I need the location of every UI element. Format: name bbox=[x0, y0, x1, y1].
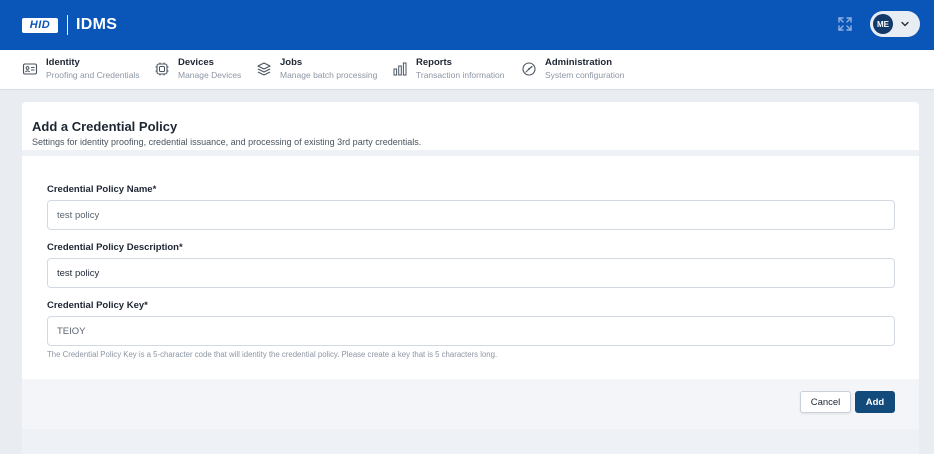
chevron-down-icon bbox=[901, 21, 909, 27]
policy-name-input[interactable] bbox=[47, 200, 895, 230]
add-button[interactable]: Add bbox=[855, 391, 895, 413]
page-subtitle: Settings for identity proofing, credenti… bbox=[32, 137, 422, 147]
card-bottom bbox=[22, 429, 919, 454]
credential-policy-card: Add a Credential Policy Settings for ide… bbox=[22, 102, 919, 454]
user-menu[interactable]: ME bbox=[870, 11, 920, 37]
nav-subtitle: Manage Devices bbox=[178, 70, 242, 80]
policy-key-help: The Credential Policy Key is a 5-charact… bbox=[47, 350, 498, 359]
card-header: Add a Credential Policy Settings for ide… bbox=[22, 102, 919, 152]
form-actions: Cancel Add bbox=[22, 379, 919, 429]
nav-item-identity[interactable]: Identity Proofing and Credentials bbox=[22, 57, 140, 81]
top-header: HID IDMS ME bbox=[0, 0, 934, 50]
nav-item-jobs[interactable]: Jobs Manage batch processing bbox=[256, 57, 377, 81]
nav-item-devices[interactable]: Devices Manage Devices bbox=[154, 57, 241, 81]
cancel-button[interactable]: Cancel bbox=[800, 391, 851, 413]
nav-item-reports[interactable]: Reports Transaction information bbox=[392, 57, 505, 81]
page-title: Add a Credential Policy bbox=[32, 119, 178, 134]
nav-subtitle: Manage batch processing bbox=[280, 70, 378, 80]
main-nav: Identity Proofing and Credentials Device… bbox=[0, 50, 934, 90]
brand-divider bbox=[67, 15, 68, 35]
policy-description-input[interactable] bbox=[47, 258, 895, 288]
policy-key-label: Credential Policy Key* bbox=[47, 300, 148, 311]
nav-title: Devices bbox=[178, 57, 214, 68]
policy-description-label: Credential Policy Description* bbox=[47, 242, 183, 253]
nav-item-administration[interactable]: Administration System configuration bbox=[521, 57, 624, 81]
nav-subtitle: Proofing and Credentials bbox=[46, 70, 140, 80]
gauge-icon bbox=[522, 62, 536, 76]
chip-icon bbox=[155, 62, 169, 76]
brand[interactable]: HID IDMS bbox=[22, 15, 117, 35]
nav-title: Reports bbox=[416, 57, 452, 68]
nav-title: Identity bbox=[46, 57, 80, 68]
nav-title: Administration bbox=[545, 57, 613, 68]
bar-chart-icon bbox=[393, 62, 407, 76]
avatar: ME bbox=[873, 14, 893, 34]
id-card-icon bbox=[22, 63, 38, 75]
nav-title: Jobs bbox=[280, 57, 303, 68]
nav-subtitle: System configuration bbox=[545, 70, 625, 80]
header-divider bbox=[22, 150, 919, 156]
app-name: IDMS bbox=[76, 16, 118, 33]
nav-subtitle: Transaction information bbox=[416, 70, 505, 80]
header-actions: ME bbox=[836, 11, 920, 37]
policy-name-label: Credential Policy Name* bbox=[47, 184, 157, 195]
expand-icon[interactable] bbox=[836, 15, 854, 33]
policy-key-input[interactable] bbox=[47, 316, 895, 346]
hid-logo: HID bbox=[22, 17, 58, 33]
layers-icon bbox=[257, 62, 271, 76]
